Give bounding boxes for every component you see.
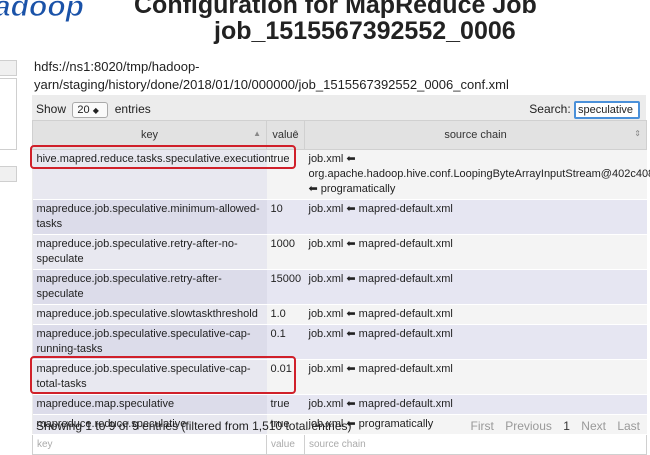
pager-previous[interactable]: Previous xyxy=(505,419,552,433)
cell-key: mapreduce.job.speculative.speculative-ca… xyxy=(32,324,267,360)
sort-asc-icon: ▲ xyxy=(253,129,261,138)
cell-value: 15000 xyxy=(266,269,305,305)
entries-select[interactable]: 20 ◆ xyxy=(72,101,109,118)
filter-row: key value source chain xyxy=(32,434,647,455)
sidebar-panel xyxy=(0,78,17,150)
conf-file-path: hdfs://ns1:8020/tmp/hadoop-yarn/staging/… xyxy=(34,59,509,92)
cell-source: job.xml ⬅ mapred-default.xml xyxy=(304,394,647,415)
cell-value: true xyxy=(266,149,305,200)
table-row: mapreduce.job.speculative.retry-after-sp… xyxy=(32,269,647,305)
cell-source: job.xml ⬅ mapred-default.xml xyxy=(304,269,647,305)
cell-source: job.xml ⬅ mapred-default.xml xyxy=(304,324,647,360)
sidebar-tab[interactable] xyxy=(0,60,17,76)
column-header-key[interactable]: key ▲ xyxy=(32,120,267,150)
pager-page-1[interactable]: 1 xyxy=(563,419,570,433)
cell-key: mapreduce.job.speculative.retry-after-sp… xyxy=(32,269,267,305)
column-header-value[interactable]: value ⇕ xyxy=(266,120,305,150)
cell-key: mapreduce.job.speculative.speculative-ca… xyxy=(32,359,267,395)
hadoop-logo: adoop xyxy=(0,0,112,24)
cell-key: hive.mapred.reduce.tasks.speculative.exe… xyxy=(32,149,271,200)
cell-value: 1000 xyxy=(266,234,305,270)
cell-key: mapreduce.map.speculative xyxy=(32,394,267,415)
cell-value: 0.01 xyxy=(266,359,305,395)
table-row: mapreduce.job.speculative.speculative-ca… xyxy=(32,359,647,395)
cell-source: job.xml ⬅ mapred-default.xml xyxy=(304,304,647,325)
conf-table: key ▲ value ⇕ source chain ⇕ hive.mapred.re… xyxy=(32,120,650,455)
cell-value: true xyxy=(266,394,305,415)
cell-key: mapreduce.job.speculative.slowtaskthresh… xyxy=(32,304,267,325)
cell-source: job.xml ⬅ org.apache.hadoop.hive.conf.Lo… xyxy=(304,149,650,200)
table-row: hive.mapred.reduce.tasks.speculative.exe… xyxy=(32,149,650,200)
search-input[interactable]: speculative xyxy=(574,100,640,119)
cell-source: job.xml ⬅ mapred-default.xml xyxy=(304,234,647,270)
table-row: mapreduce.map.speculative true job.xml ⬅… xyxy=(32,394,647,415)
sidebar-tab[interactable] xyxy=(0,166,17,182)
sort-icon: ⇕ xyxy=(634,129,641,138)
length-control: Show 20 ◆ entries xyxy=(36,100,151,118)
cell-key: mapreduce.job.speculative.retry-after-no… xyxy=(32,234,267,270)
page-title: Configuration for MapReduce Job job_1515… xyxy=(134,0,634,45)
cell-source: job.xml ⬅ mapred-default.xml xyxy=(304,199,647,235)
title-line-2: job_1515567392552_0006 xyxy=(214,17,516,45)
filter-value-input[interactable]: value xyxy=(266,434,305,455)
column-header-source-chain[interactable]: source chain ⇕ xyxy=(304,120,647,150)
chevron-updown-icon: ◆ xyxy=(92,105,99,115)
pager-next[interactable]: Next xyxy=(581,419,606,433)
show-label: Show xyxy=(36,102,67,116)
table-row: mapreduce.job.speculative.speculative-ca… xyxy=(32,324,647,360)
table-row: mapreduce.job.speculative.minimum-allowe… xyxy=(32,199,647,235)
conf-table-panel: Show 20 ◆ entries Search: speculative ke… xyxy=(32,95,650,455)
cell-value: 1.0 xyxy=(266,304,305,325)
table-row: mapreduce.job.speculative.retry-after-no… xyxy=(32,234,647,270)
sort-icon: ⇕ xyxy=(292,129,299,138)
cell-source: job.xml ⬅ mapred-default.xml xyxy=(304,359,647,395)
filter-key-input[interactable]: key xyxy=(32,434,267,455)
entries-label: entries xyxy=(114,102,151,116)
cell-key: mapreduce.job.speculative.minimum-allowe… xyxy=(32,199,267,235)
cell-value: 10 xyxy=(266,199,305,235)
pager-last[interactable]: Last xyxy=(617,419,640,433)
cell-value: 0.1 xyxy=(266,324,305,360)
table-row: mapreduce.job.speculative.slowtaskthresh… xyxy=(32,304,647,325)
pager-first[interactable]: First xyxy=(471,419,494,433)
search-control: Search: speculative xyxy=(529,100,640,119)
svg-text:adoop: adoop xyxy=(0,0,84,23)
table-info: Showing 1 to 9 of 9 entries (filtered fr… xyxy=(36,419,352,433)
search-label: Search: xyxy=(529,102,571,116)
filter-source-input[interactable]: source chain xyxy=(304,434,647,455)
pagination: First Previous 1 Next Last xyxy=(463,419,640,433)
